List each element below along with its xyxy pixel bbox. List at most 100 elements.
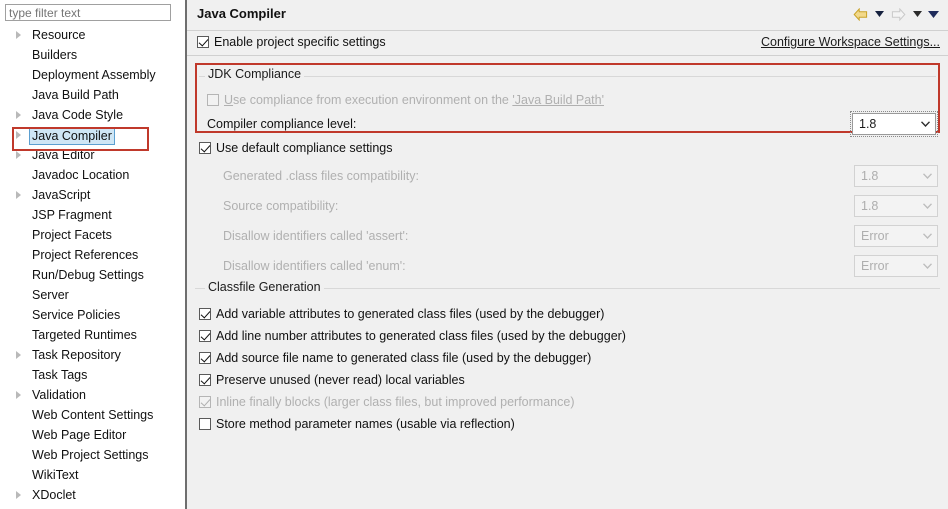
checkbox-box[interactable]: [199, 330, 211, 342]
sidebar-item-targeted-runtimes[interactable]: Targeted Runtimes: [0, 325, 183, 345]
expand-triangle-icon[interactable]: [16, 491, 21, 499]
preferences-tree: Resource Builders Deployment Assembly Java …: [0, 25, 183, 505]
field-label: Generated .class files compatibility:: [223, 169, 419, 183]
sidebar-item-label: Task Repository: [32, 348, 121, 362]
enable-project-settings-row: Enable project specific settings Configu…: [187, 31, 948, 56]
use-default-compliance-checkbox[interactable]: Use default compliance settings: [199, 141, 392, 155]
sidebar-item-project-references[interactable]: Project References: [0, 245, 183, 265]
enable-project-settings-label: Enable project specific settings: [214, 35, 386, 49]
sidebar-item-label: Web Project Settings: [32, 448, 149, 462]
default-compliance-combo: Error: [854, 225, 938, 247]
expand-triangle-icon[interactable]: [16, 131, 21, 139]
filter-input[interactable]: [5, 4, 171, 21]
sidebar-item-web-content-settings[interactable]: Web Content Settings: [0, 405, 183, 425]
sidebar-item-label: Task Tags: [32, 368, 88, 382]
sidebar-item-label: Java Build Path: [32, 88, 119, 102]
sidebar-item-label: JSP Fragment: [32, 208, 112, 222]
jdk-compliance-group: JDK Compliance Use compliance from execu…: [195, 63, 940, 137]
sidebar-item-label: Resource: [32, 28, 86, 42]
sidebar-item-label: Run/Debug Settings: [32, 268, 144, 282]
sidebar-item-deployment-assembly[interactable]: Deployment Assembly: [0, 65, 183, 85]
sidebar-item-label: Web Page Editor: [32, 428, 127, 442]
classfile-option-label: Add variable attributes to generated cla…: [216, 307, 605, 321]
page-title: Java Compiler: [197, 6, 286, 21]
compiler-compliance-level-combo[interactable]: 1.8: [850, 111, 938, 137]
default-compliance-row-label: Generated .class files compatibility:: [223, 169, 419, 183]
sidebar-item-resource[interactable]: Resource: [0, 25, 183, 45]
sidebar-item-java-build-path[interactable]: Java Build Path: [0, 85, 183, 105]
classfile-option-label: Add source file name to generated class …: [216, 351, 592, 365]
sidebar-item-label: Deployment Assembly: [32, 68, 156, 82]
expand-triangle-icon[interactable]: [16, 351, 21, 359]
default-compliance-group: Use default compliance settings Generate…: [195, 137, 940, 282]
use-execution-environment-checkbox[interactable]: Use compliance from execution environmen…: [207, 93, 604, 107]
sidebar-item-label: Project References: [32, 248, 139, 262]
sidebar-item-task-repository[interactable]: Task Repository: [0, 345, 183, 365]
checkbox-box[interactable]: [199, 142, 211, 154]
classfile-option-checkbox[interactable]: Preserve unused (never read) local varia…: [199, 373, 465, 387]
checkbox-box[interactable]: [199, 308, 211, 320]
classfile-generation-group: Classfile Generation Add variable attrib…: [195, 280, 940, 447]
checkbox-box[interactable]: [199, 374, 211, 386]
compiler-compliance-level-label: Compiler compliance level:: [207, 117, 357, 131]
sidebar-item-label: Project Facets: [32, 228, 112, 242]
label-mnemonic: U: [224, 93, 234, 107]
classfile-option-checkbox[interactable]: Add variable attributes to generated cla…: [199, 307, 604, 321]
sidebar-item-task-tags[interactable]: Task Tags: [0, 365, 183, 385]
filter-container: [0, 0, 183, 24]
classfile-option-checkbox[interactable]: Add line number attributes to generated …: [199, 329, 626, 343]
classfile-option-label: Add line number attributes to generated …: [216, 329, 626, 343]
enable-project-settings-checkbox[interactable]: Enable project specific settings: [197, 35, 386, 49]
sidebar-item-builders[interactable]: Builders: [0, 45, 183, 65]
expand-triangle-icon[interactable]: [16, 391, 21, 399]
expand-triangle-icon[interactable]: [16, 191, 21, 199]
group-separator-line: [199, 76, 936, 77]
expand-triangle-icon[interactable]: [16, 151, 21, 159]
sidebar-item-label: Web Content Settings: [32, 408, 154, 422]
checkbox-box[interactable]: [199, 352, 211, 364]
combo-value: Error: [861, 259, 889, 273]
expand-triangle-icon[interactable]: [16, 31, 21, 39]
checkbox-box[interactable]: [199, 418, 211, 430]
sidebar-item-label: WikiText: [32, 468, 79, 482]
jdk-compliance-group-title: JDK Compliance: [205, 67, 305, 81]
sidebar-item-project-facets[interactable]: Project Facets: [0, 225, 183, 245]
panel-nav-icons: [850, 5, 940, 23]
java-build-path-link[interactable]: 'Java Build Path': [512, 93, 604, 107]
sidebar-item-validation[interactable]: Validation: [0, 385, 183, 405]
expand-triangle-icon[interactable]: [16, 111, 21, 119]
sidebar-item-java-compiler[interactable]: Java Compiler: [0, 125, 183, 145]
view-menu-chevron-down-icon[interactable]: [926, 5, 940, 23]
sidebar-item-java-editor[interactable]: Java Editor: [0, 145, 183, 165]
sidebar-item-javascript[interactable]: JavaScript: [0, 185, 183, 205]
checkbox-box[interactable]: [197, 36, 209, 48]
classfile-generation-group-title: Classfile Generation: [205, 280, 324, 294]
sidebar-item-server[interactable]: Server: [0, 285, 183, 305]
classfile-option-checkbox[interactable]: Store method parameter names (usable via…: [199, 417, 515, 431]
java-compiler-panel: Java Compiler Enable project specific se…: [187, 0, 948, 509]
panel-bottom-filler: [187, 447, 948, 509]
classfile-option-label: Store method parameter names (usable via…: [216, 417, 515, 431]
checkbox-box[interactable]: [207, 94, 219, 106]
sidebar-item-service-policies[interactable]: Service Policies: [0, 305, 183, 325]
default-compliance-row-label: Disallow identifiers called 'assert':: [223, 229, 408, 243]
sidebar-item-wikitext[interactable]: WikiText: [0, 465, 183, 485]
sidebar-item-jsp-fragment[interactable]: JSP Fragment: [0, 205, 183, 225]
sidebar-item-label: Javadoc Location: [32, 168, 130, 182]
chevron-down-icon: [923, 203, 932, 209]
sidebar-item-java-code-style[interactable]: Java Code Style: [0, 105, 183, 125]
sidebar-item-javadoc-location[interactable]: Javadoc Location: [0, 165, 183, 185]
sidebar-item-label: Builders: [32, 48, 78, 62]
sidebar-item-web-page-editor[interactable]: Web Page Editor: [0, 425, 183, 445]
back-arrow-icon[interactable]: [850, 5, 870, 23]
configure-workspace-settings-link[interactable]: Configure Workspace Settings...: [761, 35, 940, 49]
classfile-option-checkbox[interactable]: Add source file name to generated class …: [199, 351, 591, 365]
default-compliance-row-label: Disallow identifiers called 'enum':: [223, 259, 406, 273]
use-default-compliance-label: Use default compliance settings: [216, 141, 393, 155]
sidebar-item-xdoclet[interactable]: XDoclet: [0, 485, 183, 505]
forward-history-chevron-down-icon[interactable]: [910, 5, 924, 23]
sidebar-item-run-debug-settings[interactable]: Run/Debug Settings: [0, 265, 183, 285]
default-compliance-row-label: Source compatibility:: [223, 199, 338, 213]
back-history-chevron-down-icon[interactable]: [872, 5, 886, 23]
sidebar-item-web-project-settings[interactable]: Web Project Settings: [0, 445, 183, 465]
